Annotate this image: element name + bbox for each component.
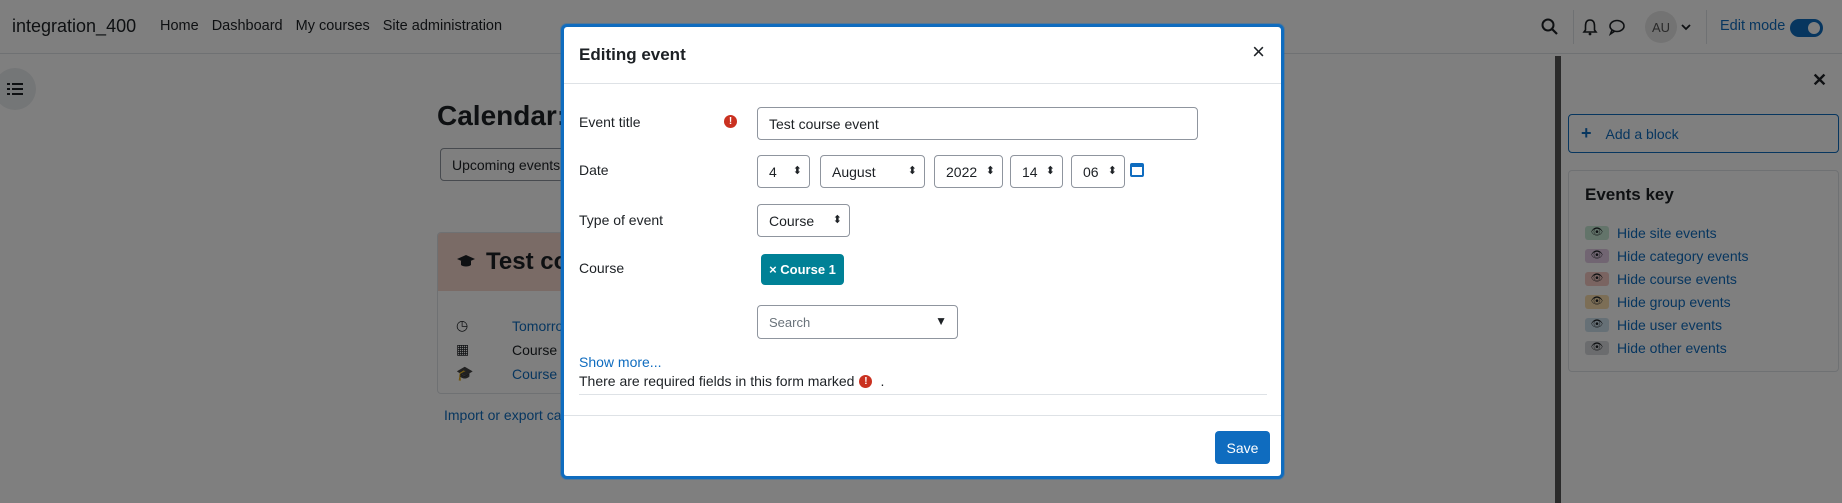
modal-header: Editing event × (564, 27, 1281, 84)
date-label: Date (579, 162, 609, 178)
event-title-input[interactable]: Test course event (757, 107, 1198, 140)
event-title-label: Event title (579, 114, 641, 130)
required-icon: ! (859, 374, 873, 388)
editing-event-modal: Editing event × Event title ! Test cours… (561, 24, 1284, 479)
required-icon: ! (724, 115, 737, 128)
date-month-select[interactable]: August (820, 155, 925, 188)
course-label: Course (579, 260, 625, 276)
course-chip[interactable]: × Course 1 (761, 254, 844, 285)
close-icon[interactable]: × (1252, 41, 1265, 63)
save-button[interactable]: Save (1215, 431, 1270, 464)
calendar-icon[interactable] (1130, 163, 1144, 177)
type-of-event-select[interactable]: Course (757, 204, 850, 237)
required-fields-note: There are required fields in this form m… (579, 373, 884, 389)
course-search-select[interactable]: Search ▼ (757, 305, 958, 339)
date-minute-select[interactable]: 06 (1071, 155, 1125, 188)
modal-title: Editing event (579, 45, 686, 64)
caret-down-icon: ▼ (935, 314, 947, 328)
date-hour-select[interactable]: 14 (1010, 155, 1063, 188)
required-note-text: There are required fields in this form m… (579, 373, 855, 389)
date-year-select[interactable]: 2022 (934, 155, 1003, 188)
form-divider (579, 394, 1267, 395)
search-placeholder: Search (769, 315, 811, 330)
required-note-end: . (880, 373, 885, 389)
modal-footer: Save (564, 415, 1281, 479)
show-more-link[interactable]: Show more... (579, 354, 661, 370)
type-of-event-label: Type of event (579, 212, 664, 228)
date-day-select[interactable]: 4 (757, 155, 810, 188)
